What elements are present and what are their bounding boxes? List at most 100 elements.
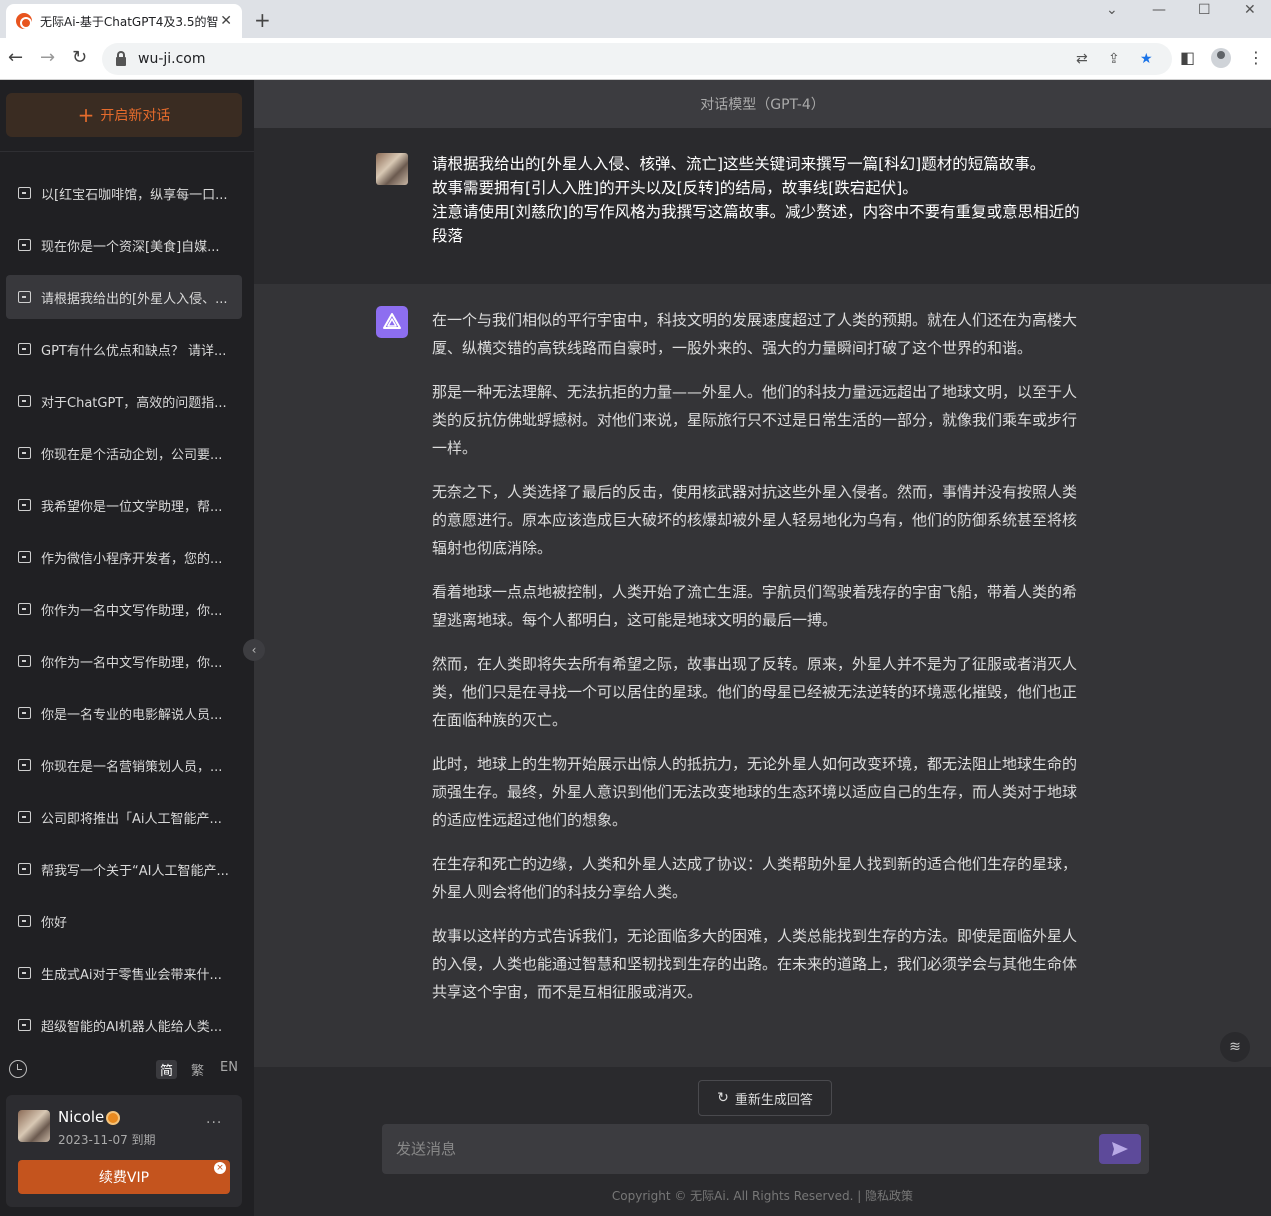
back-arrow-icon[interactable]: ← bbox=[8, 47, 23, 68]
chat-history-item[interactable]: 你现在是一名营销策划人员，... bbox=[6, 743, 242, 787]
assistant-logo-icon bbox=[376, 306, 408, 338]
chat-bubble-icon bbox=[18, 707, 31, 719]
sidebar-footer-bar: 简 繁 EN bbox=[0, 1058, 254, 1084]
renew-vip-button[interactable]: 续费VIP bbox=[18, 1160, 230, 1194]
chat-bubble-icon bbox=[18, 239, 31, 251]
message-input[interactable] bbox=[382, 1124, 1082, 1174]
regenerate-label: 重新生成回答 bbox=[735, 1089, 813, 1108]
chat-bubble-icon bbox=[18, 499, 31, 511]
chat-history-item[interactable]: 你是一名专业的电影解说人员... bbox=[6, 691, 242, 735]
lang-simplified-button[interactable]: 简 bbox=[156, 1060, 177, 1079]
assistant-paragraph: 看着地球一点点地被控制，人类开始了流亡生涯。宇航员们驾驶着残存的宇宙飞船，带着人… bbox=[432, 578, 1082, 634]
chat-history-item[interactable]: 生成式Ai对于零售业会带来什... bbox=[6, 951, 242, 995]
chat-history-item[interactable]: 你作为一名中文写作助理，你... bbox=[6, 587, 242, 631]
user-message-text: 请根据我给出的[外星人入侵、核弹、流亡]这些关键词来撰写一篇[科幻]题材的短篇故… bbox=[432, 152, 1092, 248]
browser-tab[interactable]: 无际Ai-基于ChatGPT4及3.5的智 ✕ bbox=[6, 4, 242, 38]
message-input-box bbox=[382, 1124, 1149, 1174]
chat-bubble-icon bbox=[18, 811, 31, 823]
minimize-window-button[interactable]: — bbox=[1152, 2, 1166, 18]
lang-traditional-button[interactable]: 繁 bbox=[187, 1060, 208, 1079]
send-button[interactable] bbox=[1099, 1134, 1141, 1164]
user-message-line: 注意请使用[刘慈欣]的写作风格为我撰写这篇故事。减少赘述，内容中不要有重复或意思… bbox=[432, 200, 1092, 248]
chat-history-item[interactable]: 超级智能的AI机器人能给人类... bbox=[6, 1003, 242, 1047]
user-message: 请根据我给出的[外星人入侵、核弹、流亡]这些关键词来撰写一篇[科幻]题材的短篇故… bbox=[254, 128, 1271, 284]
forward-arrow-icon[interactable]: → bbox=[40, 47, 55, 68]
browser-tab-bar: 无际Ai-基于ChatGPT4及3.5的智 ✕ + ⌄ — ☐ ✕ bbox=[0, 0, 1271, 38]
composer-area: ↻ 重新生成回答 Copyright © 无际Ai. All Rights Re… bbox=[254, 1067, 1271, 1216]
chat-history-item[interactable]: 你现在是个活动企划，公司要... bbox=[6, 431, 242, 475]
vip-badge-icon bbox=[106, 1111, 120, 1125]
chat-history-item[interactable]: 你作为一名中文写作助理，你... bbox=[6, 639, 242, 683]
collapse-sidebar-chevron-icon[interactable]: ‹ bbox=[243, 639, 265, 661]
lock-icon[interactable] bbox=[116, 57, 126, 66]
chat-bubble-icon bbox=[18, 915, 31, 927]
chat-bubble-icon bbox=[18, 551, 31, 563]
tab-search-chevron-icon[interactable]: ⌄ bbox=[1106, 2, 1118, 18]
user-message-line: 请根据我给出的[外星人入侵、核弹、流亡]这些关键词来撰写一篇[科幻]题材的短篇故… bbox=[432, 152, 1092, 176]
chat-bubble-icon bbox=[18, 603, 31, 615]
chat-bubble-icon bbox=[18, 863, 31, 875]
chat-bubble-icon bbox=[18, 1019, 31, 1031]
close-window-button[interactable]: ✕ bbox=[1244, 2, 1256, 18]
profile-avatar-icon[interactable] bbox=[1211, 48, 1231, 68]
chat-bubble-icon bbox=[18, 759, 31, 771]
assistant-message: 在一个与我们相似的平行宇宙中，科技文明的发展速度超过了人类的预期。就在人们还在为… bbox=[254, 284, 1271, 1067]
vip-expire-date: 2023-11-07 到期 bbox=[58, 1131, 156, 1148]
chat-bubble-icon bbox=[18, 655, 31, 667]
chat-history-list: 以[红宝石咖啡馆，纵享每一口... 现在你是一个资深[美食]自媒... 请根据我… bbox=[6, 171, 242, 1055]
chat-history-item[interactable]: 以[红宝石咖啡馆，纵享每一口... bbox=[6, 171, 242, 215]
close-icon[interactable]: × bbox=[214, 1162, 226, 1174]
assistant-paragraph: 故事以这样的方式告诉我们，无论面临多大的困难，人类总能找到生存的方法。即使是面临… bbox=[432, 922, 1082, 1006]
chat-history-item[interactable]: 我希望你是一位文学助理，帮... bbox=[6, 483, 242, 527]
chat-history-item[interactable]: GPT有什么优点和缺点？ 请详... bbox=[6, 327, 242, 371]
layers-icon[interactable]: ≋ bbox=[1220, 1032, 1250, 1062]
user-name: Nicole bbox=[58, 1108, 104, 1126]
tab-title: 无际Ai-基于ChatGPT4及3.5的智 bbox=[40, 13, 220, 30]
copyright-footer: Copyright © 无际Ai. All Rights Reserved. |… bbox=[254, 1187, 1271, 1204]
assistant-paragraph: 然而，在人类即将失去所有希望之际，故事出现了反转。原来，外星人并不是为了征服或者… bbox=[432, 650, 1082, 734]
user-avatar bbox=[18, 1110, 50, 1142]
plus-icon: + bbox=[78, 105, 95, 125]
url-text[interactable]: wu-ji.com bbox=[138, 51, 206, 67]
chat-history-item[interactable]: 对于ChatGPT，高效的问题指... bbox=[6, 379, 242, 423]
refresh-icon: ↻ bbox=[717, 1090, 729, 1106]
tab-close-icon[interactable]: ✕ bbox=[220, 13, 232, 29]
send-icon bbox=[1111, 1141, 1129, 1157]
chat-history-item[interactable]: 帮我写一个关于“AI人工智能产... bbox=[6, 847, 242, 891]
assistant-paragraph: 无奈之下，人类选择了最后的反击，使用核武器对抗这些外星入侵者。然而，事情并没有按… bbox=[432, 478, 1082, 562]
assistant-paragraph: 那是一种无法理解、无法抗拒的力量——外星人。他们的科技力量远远超出了地球文明，以… bbox=[432, 378, 1082, 462]
browser-toolbar: ← → ↻ wu-ji.com ⇄ ⇪ ★ ◧ ⋮ bbox=[0, 38, 1271, 80]
bookmark-star-icon[interactable]: ★ bbox=[1140, 51, 1153, 67]
chat-main-panel: 对话模型（GPT-4） 请根据我给出的[外星人入侵、核弹、流亡]这些关键词来撰写… bbox=[254, 80, 1271, 1216]
address-bar[interactable]: wu-ji.com ⇄ ⇪ ★ bbox=[102, 43, 1172, 75]
chat-bubble-icon bbox=[18, 291, 31, 303]
assistant-paragraph: 在一个与我们相似的平行宇宙中，科技文明的发展速度超过了人类的预期。就在人们还在为… bbox=[432, 306, 1082, 362]
lang-english-button[interactable]: EN bbox=[216, 1060, 242, 1075]
more-options-icon[interactable]: ··· bbox=[206, 1115, 222, 1131]
reload-icon[interactable]: ↻ bbox=[72, 47, 87, 68]
translate-icon[interactable]: ⇄ bbox=[1076, 51, 1088, 67]
regenerate-button[interactable]: ↻ 重新生成回答 bbox=[698, 1080, 832, 1116]
chat-history-item[interactable]: 现在你是一个资深[美食]自媒... bbox=[6, 223, 242, 267]
chat-history-item[interactable]: 你好 bbox=[6, 899, 242, 943]
chat-history-item[interactable]: 作为微信小程序开发者，您的... bbox=[6, 535, 242, 579]
browser-menu-icon[interactable]: ⋮ bbox=[1248, 48, 1264, 67]
user-avatar bbox=[376, 153, 408, 185]
site-favicon-icon bbox=[16, 13, 32, 29]
chat-history-item-active[interactable]: 请根据我给出的[外星人入侵、... bbox=[6, 275, 242, 319]
assistant-message-text: 在一个与我们相似的平行宇宙中，科技文明的发展速度超过了人类的预期。就在人们还在为… bbox=[432, 306, 1082, 1022]
chat-bubble-icon bbox=[18, 447, 31, 459]
sidebar: + 开启新对话 以[红宝石咖啡馆，纵享每一口... 现在你是一个资深[美食]自媒… bbox=[0, 80, 254, 1216]
side-panel-icon[interactable]: ◧ bbox=[1180, 48, 1195, 67]
assistant-paragraph: 在生存和死亡的边缘，人类和外星人达成了协议：人类帮助外星人找到新的适合他们生存的… bbox=[432, 850, 1082, 906]
history-icon[interactable] bbox=[9, 1060, 27, 1078]
user-card: Nicole 2023-11-07 到期 ··· 续费VIP × bbox=[6, 1095, 242, 1207]
chat-bubble-icon bbox=[18, 343, 31, 355]
assistant-paragraph: 此时，地球上的生物开始展示出惊人的抵抗力，无论外星人如何改变环境，都无法阻止地球… bbox=[432, 750, 1082, 834]
new-tab-button[interactable]: + bbox=[254, 8, 271, 32]
maximize-window-button[interactable]: ☐ bbox=[1198, 2, 1211, 18]
new-chat-button[interactable]: + 开启新对话 bbox=[6, 93, 242, 137]
share-icon[interactable]: ⇪ bbox=[1108, 51, 1120, 67]
chat-history-item[interactable]: 公司即将推出「Ai人工智能产... bbox=[6, 795, 242, 839]
chat-bubble-icon bbox=[18, 967, 31, 979]
